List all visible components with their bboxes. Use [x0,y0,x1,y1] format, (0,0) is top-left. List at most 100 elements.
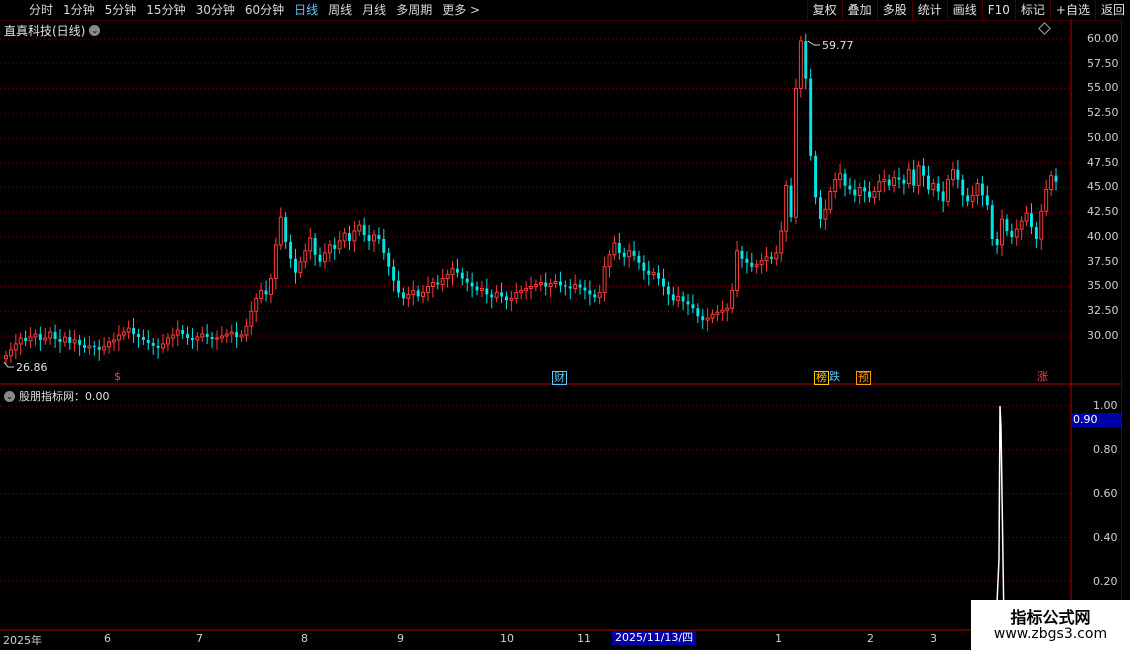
candle-body [333,244,337,249]
candle-body [485,288,489,295]
candle-body [705,317,710,321]
candle-body [533,284,538,287]
candle-body [769,256,773,259]
candle-body [612,242,617,256]
candle-body [651,272,656,276]
candle-body [205,334,209,337]
price-tick: 30.00 [1087,329,1119,342]
candle-body [151,342,155,346]
candle-body [784,185,789,232]
candle-body [809,78,813,156]
candle-body [132,328,136,335]
indicator-tick: 0.80 [1093,443,1118,456]
candle-body [372,234,376,242]
candle-body [13,343,18,351]
event-tag-finance[interactable]: 财 [552,371,567,385]
candle-body [445,274,450,280]
candle-body [1024,212,1029,222]
candle-body [691,304,695,309]
chevron-down-icon[interactable]: ⌄ [89,25,101,36]
candle-body [926,175,930,190]
candle-body [460,272,464,279]
kline-chart[interactable] [0,0,1130,650]
event-tag-drop[interactable]: 跌 [828,371,841,383]
candle-body [289,241,293,259]
candle-body [83,344,86,348]
date-label: 7 [196,632,203,645]
candle-body [430,282,435,288]
candle-body [912,169,916,186]
date-label: 9 [397,632,404,645]
candle-body [622,252,626,257]
indicator-line [995,405,1005,626]
candle-body [308,237,313,252]
candle-body [950,169,955,181]
event-tag-dividend[interactable]: $ [113,371,122,383]
candle-body [58,338,62,342]
candle-body [421,291,426,297]
candle-body [200,333,205,338]
event-tag-forecast[interactable]: 预 [856,371,871,385]
watermark-title: 指标公式网 [1010,608,1091,627]
candle-body [597,291,602,298]
candle-body [754,264,759,268]
candle-body [465,278,469,283]
candle-body [387,252,391,267]
stock-title: 直真科技(日线) [4,24,86,38]
candle-body [97,346,101,350]
candle-body [558,281,562,286]
price-tick: 40.00 [1087,230,1119,243]
candle-body [730,289,735,309]
candle-body [764,256,769,262]
candle-body [720,309,725,313]
candlestick-series [4,33,1058,364]
candle-body [593,294,597,298]
low-price-label: 26.86 [16,361,48,374]
candle-body [1010,231,1014,237]
candle-body [568,286,572,289]
indicator-tick: 0.20 [1093,575,1118,588]
price-tick: 35.00 [1087,279,1119,292]
event-tag-ranking[interactable]: 榜 [814,371,829,385]
candle-body [278,216,283,246]
candle-body [774,252,779,260]
candle-body [602,266,607,293]
event-tag-rise[interactable]: 涨 [1036,371,1049,383]
candle-body [4,355,8,360]
side-panel-edge[interactable] [1121,20,1130,650]
candle-body [956,169,960,180]
candle-body [352,230,357,242]
candle-body [1039,210,1044,240]
candle-body [936,183,940,192]
indicator-spike [995,405,1005,626]
candle-body [961,179,965,196]
candle-body [28,336,33,342]
candle-body [264,290,268,295]
candle-body [450,268,455,276]
candle-body [916,165,921,187]
price-tick: 45.00 [1087,180,1119,193]
candle-body [1044,188,1049,212]
candle-body [362,225,366,236]
candle-body [254,297,259,312]
candle-body [416,290,420,297]
candle-body [583,287,587,291]
candle-body [906,169,911,185]
candle-body [235,332,239,337]
price-tick: 60.00 [1087,32,1119,45]
candle-body [377,235,381,239]
candle-body [637,255,641,263]
high-price-label: 59.77 [822,39,854,52]
candle-body [544,282,548,287]
candle-body [425,286,430,293]
candle-body [946,179,951,202]
candle-body [107,341,112,348]
chevron-down-icon[interactable]: ⌄ [4,390,15,402]
candle-body [897,177,901,180]
candle-body [53,332,57,339]
candle-body [819,197,822,220]
candle-body [990,205,994,239]
candle-body [627,250,632,258]
candle-body [514,291,519,299]
candle-body [337,240,342,250]
